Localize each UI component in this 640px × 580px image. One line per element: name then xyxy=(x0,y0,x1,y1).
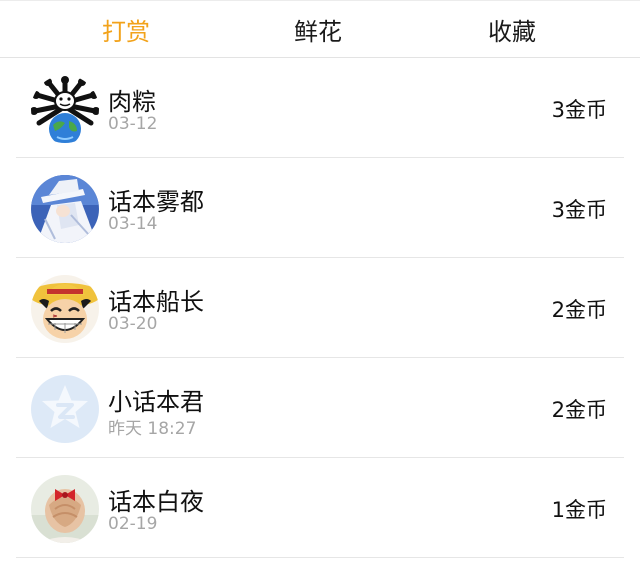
luffy-avatar-icon xyxy=(31,275,99,343)
tab-bar: 打赏 鲜花 收藏 xyxy=(0,0,640,58)
donor-name: 话本船长 xyxy=(108,288,204,316)
reward-amount: 2金币 xyxy=(551,298,607,322)
default-avatar-icon xyxy=(31,375,99,443)
row-divider xyxy=(16,557,624,558)
reward-time: 03-14 xyxy=(108,214,158,234)
list-item[interactable]: 小话本君 昨天 18:27 2金币 xyxy=(0,358,640,458)
list-item[interactable]: 话本雾都 03-14 3金币 xyxy=(0,158,640,258)
reward-time: 03-12 xyxy=(108,114,158,134)
reward-amount: 3金币 xyxy=(551,98,607,122)
donor-name: 话本雾都 xyxy=(108,188,204,216)
reward-time: 昨天 18:27 xyxy=(108,419,197,439)
reward-amount: 1金币 xyxy=(551,498,607,522)
earth-meme-avatar-icon xyxy=(31,75,99,143)
tab-flowers[interactable]: 鲜花 xyxy=(218,1,418,57)
tab-favorites[interactable]: 收藏 xyxy=(412,1,612,57)
donor-name: 肉粽 xyxy=(108,88,156,116)
reward-amount: 3金币 xyxy=(551,198,607,222)
reward-amount: 2金币 xyxy=(551,398,607,422)
reward-list: 肉粽 03-12 3金币 话本雾都 03-14 3金币 话本船长 03-20 2… xyxy=(0,58,640,558)
tab-reward[interactable]: 打赏 xyxy=(26,1,226,57)
girl-bow-avatar-icon xyxy=(31,475,99,543)
list-item[interactable]: 话本船长 03-20 2金币 xyxy=(0,258,640,358)
kid-avatar-icon xyxy=(31,175,99,243)
list-item[interactable]: 肉粽 03-12 3金币 xyxy=(0,58,640,158)
list-item[interactable]: 话本白夜 02-19 1金币 xyxy=(0,458,640,558)
donor-name: 小话本君 xyxy=(108,388,204,416)
donor-name: 话本白夜 xyxy=(108,488,204,516)
reward-time: 03-20 xyxy=(108,314,158,334)
reward-time: 02-19 xyxy=(108,514,158,534)
